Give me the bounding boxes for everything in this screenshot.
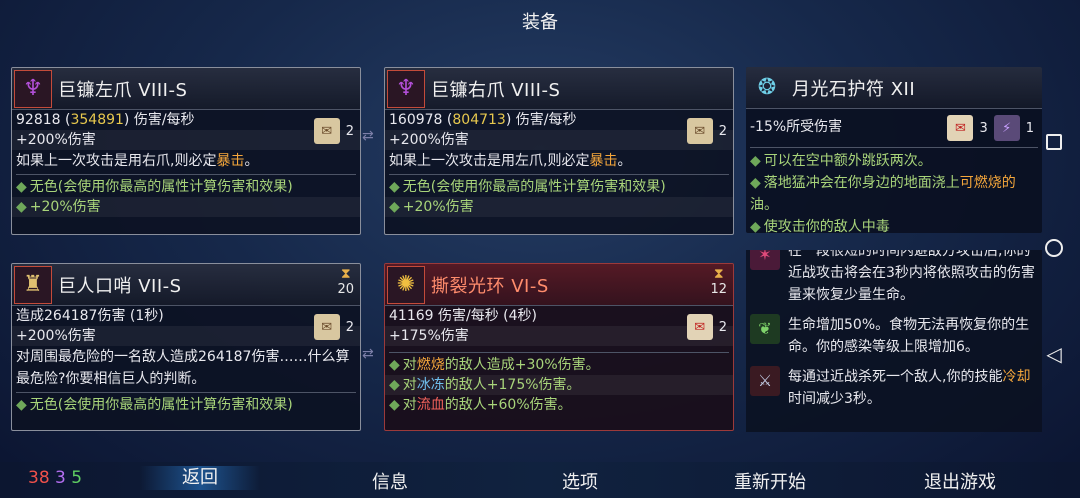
affix-line: ◆ +20%伤害 xyxy=(12,197,360,217)
hourglass-icon: ⧗ xyxy=(713,266,724,282)
affix-line: ◆ 无色(会使用你最高的属性计算伤害和效果) xyxy=(389,179,666,195)
bonus-line: +200%伤害 xyxy=(385,130,733,150)
square-nav-icon[interactable] xyxy=(1042,130,1066,154)
back-triangle-icon[interactable]: ◁ xyxy=(1042,342,1066,366)
item-card-giant-whistle[interactable]: ♜ 巨人口哨 VII-S ⧗ 20 造成264187伤害 (1秒) +200%伤害… xyxy=(11,263,361,431)
mutation-icon: ✶ xyxy=(750,250,780,270)
circle-nav-icon[interactable] xyxy=(1042,236,1066,260)
scroll-count: 2 xyxy=(718,319,727,335)
item-name: 月光石护符 XII xyxy=(792,78,916,100)
affix-line: ◆ +20%伤害 xyxy=(385,197,733,217)
restart-button[interactable]: 重新开始 xyxy=(710,468,830,494)
claw-icon: ♆ xyxy=(14,69,52,108)
scroll-icon: ✉ xyxy=(686,118,713,144)
tactics-count: 3 xyxy=(55,468,66,488)
affix-line: ◆ 无色(会使用你最高的属性计算伤害和效果) xyxy=(16,397,293,413)
stat-counters: 38 3 5 xyxy=(28,468,82,488)
card-header: ✺ 撕裂光环 VI-S ⧗ 12 xyxy=(385,264,733,306)
affix-line: ◆ 使攻击你的敌人中毒 xyxy=(750,219,890,233)
survival-count: 5 xyxy=(71,468,83,488)
effect-line: 造成264187伤害 (1秒) xyxy=(16,308,164,324)
mutation-list: ✶ 在一段很短的时间内避敌方攻击后,你的近战攻击将会在3秒内将依照攻击的伤害量来… xyxy=(746,250,1042,432)
claw-icon: ♆ xyxy=(387,69,425,108)
scroll-icon: ✉ xyxy=(313,118,340,144)
whistle-icon: ♜ xyxy=(14,265,52,304)
amulet-icon: ❂ xyxy=(757,75,777,100)
hourglass-icon: ⧗ xyxy=(340,266,351,282)
mutation-icon: ❦ xyxy=(750,314,780,344)
affix-line: ◆ 对燃烧的敌人造成+30%伤害。 xyxy=(389,357,600,373)
mutation-item[interactable]: ❦ 生命增加50%。食物无法再恢复你的生命。你的感染等级上限增加6。 xyxy=(746,310,1042,362)
item-card-tearing-aura[interactable]: ✺ 撕裂光环 VI-S ⧗ 12 41169 伤害/每秒 (4秒) +175%伤害… xyxy=(384,263,734,431)
scroll-count: 2 xyxy=(718,123,727,139)
dps-line: 92818 (354891) 伤害/每秒 xyxy=(16,112,195,128)
scroll-count: 2 xyxy=(345,123,354,139)
info-button[interactable]: 信息 xyxy=(330,468,450,494)
scroll-count: 1 xyxy=(1025,120,1034,136)
link-arrows-icon: ⇄ xyxy=(362,128,374,144)
affix-line: ◆ 无色(会使用你最高的属性计算伤害和效果) xyxy=(16,179,293,195)
bonus-line: +175%伤害 xyxy=(385,326,733,346)
scroll-upgrades: ✉ 3 ⚡ 1 xyxy=(947,115,1034,141)
item-card-left-claw[interactable]: ♆ 巨镰左爪 VIII-S 92818 (354891) 伤害/每秒 +200%… xyxy=(11,67,361,235)
card-header: ♆ 巨镰右爪 VIII-S xyxy=(385,68,733,110)
link-arrows-icon: ⇄ xyxy=(362,346,374,362)
scroll-upgrades: ✉ 2 xyxy=(686,118,727,144)
scroll-upgrades: ✉ 2 xyxy=(686,314,727,340)
cooldown: ⧗ 12 xyxy=(710,266,727,297)
mutation-item[interactable]: ⚔ 每通过近战杀死一个敌人,你的技能冷却时间减少3秒。 xyxy=(746,362,1042,414)
quit-button[interactable]: 退出游戏 xyxy=(900,468,1020,494)
affix-line: ◆ 对流血的敌人+60%伤害。 xyxy=(389,397,572,413)
brutality-count: 38 xyxy=(28,468,50,488)
bottom-bar: 38 3 5 返回 信息 选项 重新开始 退出游戏 xyxy=(0,462,1080,498)
mutation-item[interactable]: ✶ 在一段很短的时间内避敌方攻击后,你的近战攻击将会在3秒内将依照攻击的伤害量来… xyxy=(746,250,1042,310)
scroll-icon: ✉ xyxy=(313,314,340,340)
options-button[interactable]: 选项 xyxy=(520,468,640,494)
item-card-amulet[interactable]: ❂ 月光石护符 XII -15%所受伤害 ✉ 3 ⚡ 1 ◆ 可以在空中额外跳跃两… xyxy=(746,67,1042,233)
item-card-right-claw[interactable]: ♆ 巨镰右爪 VIII-S 160978 (804713) 伤害/每秒 +200… xyxy=(384,67,734,235)
item-description: 如果上一次攻击是用右爪,则必定暴击。 xyxy=(16,153,259,169)
item-description: 如果上一次攻击是用左爪,则必定暴击。 xyxy=(389,153,632,169)
card-header: ♆ 巨镰左爪 VIII-S xyxy=(12,68,360,110)
bonus-line: +200%伤害 xyxy=(12,326,360,346)
scroll-upgrades: ✉ 2 xyxy=(313,118,354,144)
back-button[interactable]: 返回 xyxy=(140,466,260,490)
scroll-icon: ✉ xyxy=(686,314,713,340)
item-name: 巨人口哨 VII-S xyxy=(58,275,182,297)
mutation-icon: ⚔ xyxy=(750,366,780,396)
affix-line: ◆ 可以在空中额外跳跃两次。 xyxy=(750,153,932,169)
scroll-upgrades: ✉ 2 xyxy=(313,314,354,340)
scroll-icon: ✉ xyxy=(947,115,974,141)
affix-line: ◆ 对冰冻的敌人+175%伤害。 xyxy=(385,375,733,395)
item-description: 对周围最危险的一名敌人造成264187伤害……什么算最危险?你要相信巨人的判断。 xyxy=(16,349,350,387)
scroll-count: 3 xyxy=(979,120,988,136)
effect-line: 41169 伤害/每秒 (4秒) xyxy=(389,308,537,324)
lightning-scroll-icon: ⚡ xyxy=(993,115,1020,141)
screen-title: 装备 xyxy=(522,12,558,33)
item-name: 撕裂光环 VI-S xyxy=(431,275,549,297)
card-header: ♜ 巨人口哨 VII-S ⧗ 20 xyxy=(12,264,360,306)
item-name: 巨镰右爪 VIII-S xyxy=(431,79,561,101)
aura-icon: ✺ xyxy=(387,265,425,304)
affix-line: ◆ 落地猛冲会在你身边的地面浇上可燃烧的油。 xyxy=(750,175,1016,213)
cooldown: ⧗ 20 xyxy=(337,266,354,297)
bonus-line: +200%伤害 xyxy=(12,130,360,150)
scroll-count: 2 xyxy=(345,319,354,335)
dps-line: 160978 (804713) 伤害/每秒 xyxy=(389,112,577,128)
card-header: ❂ 月光石护符 XII xyxy=(746,67,1042,109)
item-name: 巨镰左爪 VIII-S xyxy=(58,79,188,101)
